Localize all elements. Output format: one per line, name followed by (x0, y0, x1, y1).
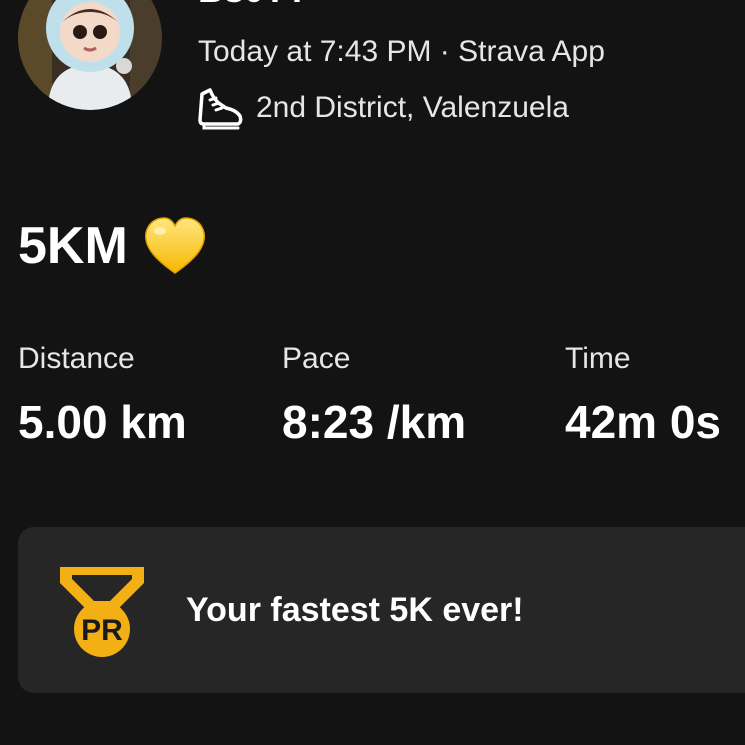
pace-label: Pace (282, 342, 351, 375)
location-row: 2nd District, Valenzuela (196, 86, 569, 130)
stat-distance: Distance 5.00 km (18, 340, 187, 450)
distance-label: Distance (18, 342, 135, 375)
running-shoe-icon (196, 86, 244, 130)
pace-value: 8:23 /km (282, 396, 467, 448)
pr-badge-text: PR (81, 614, 123, 647)
pr-medal-icon: PR (56, 563, 148, 659)
location-text: 2nd District, Valenzuela (256, 91, 569, 124)
distance-value: 5.00 km (18, 396, 187, 448)
achievement-card[interactable]: PR Your fastest 5K ever! (18, 527, 745, 693)
stat-pace: Pace 8:23 /km (282, 340, 466, 450)
stat-time: Time 42m 0s (565, 340, 721, 450)
activity-title[interactable]: 5KM (18, 214, 208, 278)
yellow-heart-icon (142, 215, 208, 277)
time-label: Time (565, 342, 631, 375)
time-value: 42m 0s (565, 396, 722, 448)
activity-title-text: 5KM (18, 217, 128, 275)
athlete-name[interactable]: Bs0TT (198, 0, 308, 8)
activity-meta: Today at 7:43 PM · Strava App (198, 35, 605, 68)
avatar[interactable] (18, 0, 162, 110)
achievement-text: Your fastest 5K ever! (186, 591, 524, 629)
